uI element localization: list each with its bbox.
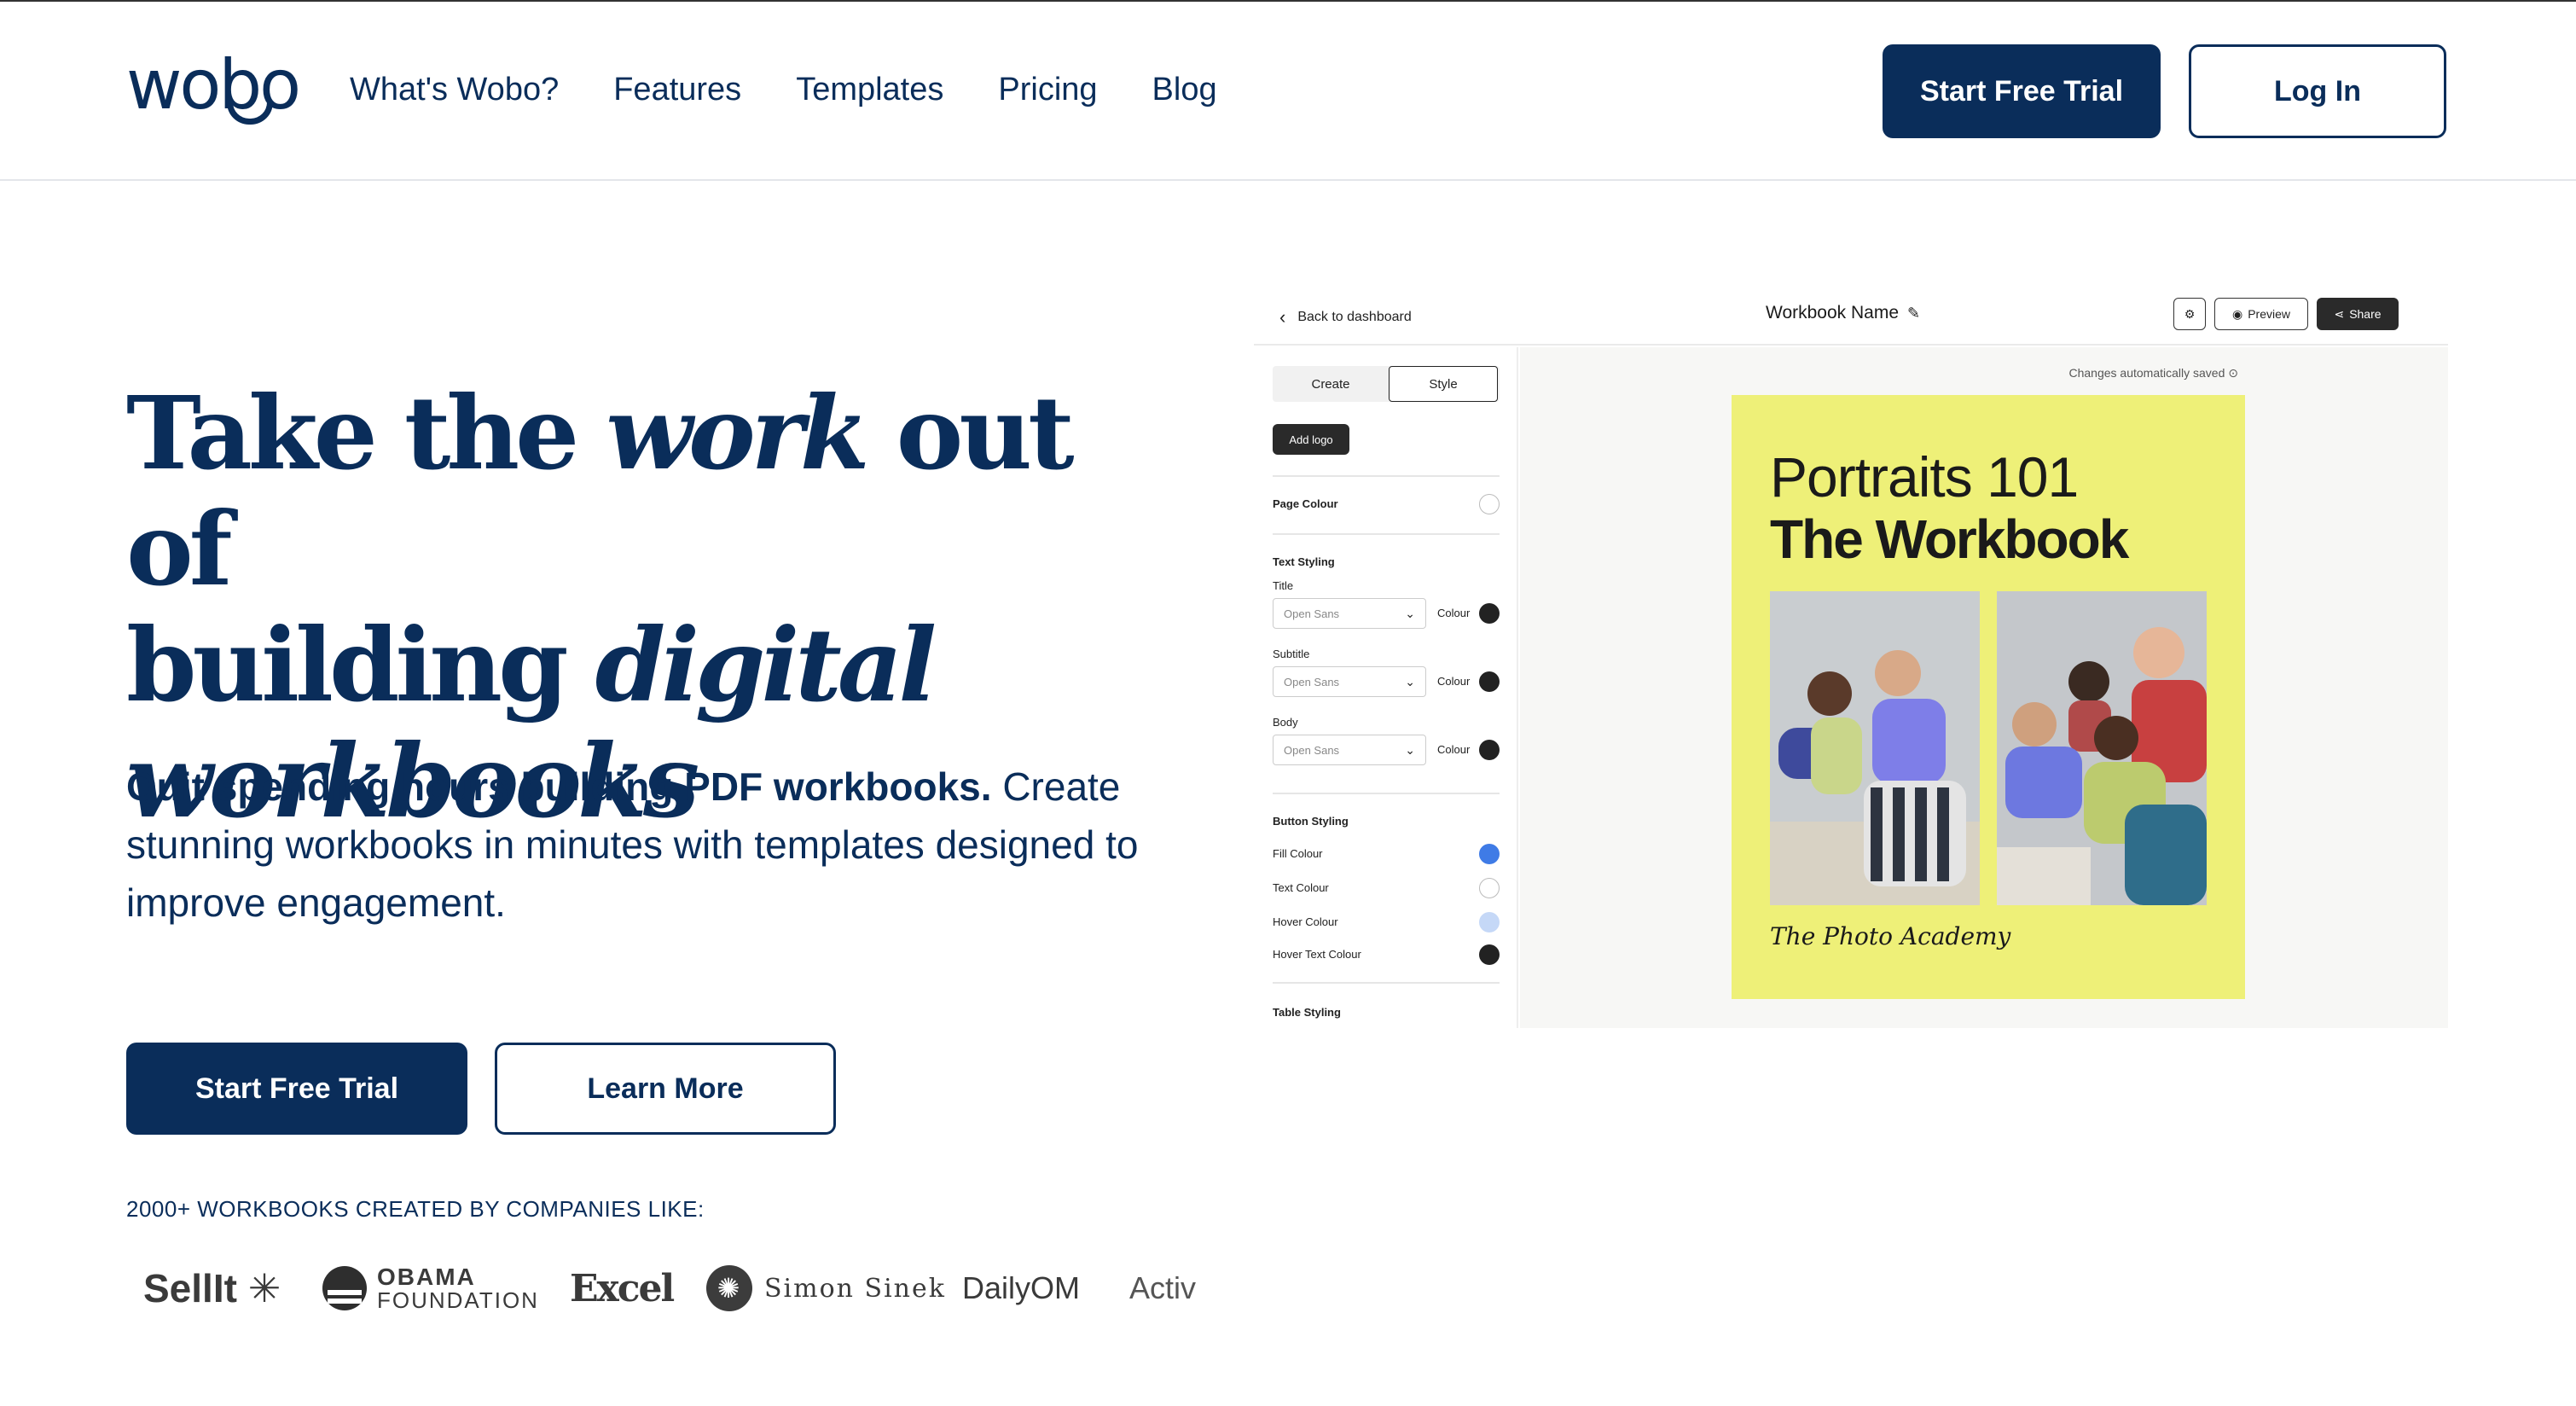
hover-colour-swatch[interactable] bbox=[1479, 912, 1500, 932]
cover-title: Portraits 101 bbox=[1770, 445, 2079, 508]
back-to-dashboard-link[interactable]: ‹ Back to dashboard bbox=[1279, 306, 1412, 328]
divider bbox=[1273, 475, 1500, 477]
main-nav: What's Wobo? Features Templates Pricing … bbox=[350, 72, 1217, 108]
title-colour-swatch[interactable] bbox=[1479, 603, 1500, 624]
nav-link-pricing[interactable]: Pricing bbox=[998, 72, 1097, 108]
hover-text-colour-label: Hover Text Colour bbox=[1273, 948, 1361, 961]
text-colour-label: Text Colour bbox=[1273, 881, 1329, 894]
nav-link-features[interactable]: Features bbox=[613, 72, 741, 108]
preview-button[interactable]: ◉ Preview bbox=[2214, 298, 2308, 330]
body-font-select[interactable]: Open Sans ⌄ bbox=[1273, 735, 1426, 765]
fill-colour-label: Fill Colour bbox=[1273, 847, 1323, 860]
dailyom-logo: DailyOM bbox=[962, 1270, 1081, 1305]
cover-subtitle: The Workbook bbox=[1770, 508, 2129, 570]
page-colour-swatch[interactable] bbox=[1479, 494, 1500, 514]
obama-foundation-logo: OBAMA FOUNDATION bbox=[322, 1265, 570, 1311]
chevron-left-icon: ‹ bbox=[1279, 306, 1286, 328]
title-colour-label: Colour bbox=[1437, 607, 1471, 619]
nav-login-button[interactable]: Log In bbox=[2189, 44, 2446, 138]
page-colour-label: Page Colour bbox=[1273, 497, 1338, 510]
editor-toolbar: ‹ Back to dashboard Workbook Name ✎ ⚙ ◉ Pre… bbox=[1254, 286, 2448, 346]
chevron-down-icon: ⌄ bbox=[1405, 606, 1415, 620]
chevron-down-icon: ⌄ bbox=[1405, 674, 1415, 688]
gear-icon: ⚙ bbox=[2184, 306, 2196, 321]
fill-colour-swatch[interactable] bbox=[1479, 844, 1500, 864]
text-styling-label: Text Styling bbox=[1273, 555, 1335, 568]
simon-sinek-logo: ✺ Simon Sinek bbox=[706, 1265, 962, 1311]
divider bbox=[1273, 793, 1500, 794]
panel-tabs: Create Style bbox=[1273, 366, 1500, 402]
table-styling-label: Table Styling bbox=[1273, 1006, 1341, 1019]
tab-style[interactable]: Style bbox=[1389, 366, 1498, 402]
divider bbox=[1273, 533, 1500, 535]
style-panel: Create Style Add logo Page Colour Text S… bbox=[1254, 347, 1518, 1028]
subtitle-colour-label: Colour bbox=[1437, 675, 1471, 688]
title-font-select[interactable]: Open Sans ⌄ bbox=[1273, 598, 1426, 629]
workbook-canvas: Changes automatically saved ⊙ Portraits … bbox=[1520, 347, 2448, 1028]
cover-photo-right bbox=[1997, 591, 2207, 905]
sparkle-icon: ✳ bbox=[236, 1266, 281, 1310]
subtitle-font-select[interactable]: Open Sans ⌄ bbox=[1273, 666, 1426, 697]
subtitle-label: Subtitle bbox=[1273, 648, 1310, 660]
cover-author: The Photo Academy bbox=[1770, 922, 2011, 950]
body-colour-label: Colour bbox=[1437, 743, 1471, 756]
edit-icon: ✎ bbox=[1907, 304, 1921, 322]
workbook-name[interactable]: Workbook Name ✎ bbox=[1766, 303, 1920, 323]
nav-start-trial-button[interactable]: Start Free Trial bbox=[1883, 44, 2161, 138]
company-logos: SellIt ✳ OBAMA FOUNDATION Excel ✺ Simon Si… bbox=[143, 1258, 1215, 1318]
hero-subtitle: Quit spending hours building PDF workboo… bbox=[126, 764, 1139, 925]
editor-mockup: ‹ Back to dashboard Workbook Name ✎ ⚙ ◉ Pre… bbox=[1254, 286, 2448, 1028]
button-styling-label: Button Styling bbox=[1273, 815, 1349, 828]
sinek-starburst-icon: ✺ bbox=[706, 1265, 752, 1311]
learn-more-button[interactable]: Learn More bbox=[495, 1043, 836, 1135]
site-header: wobo What's Wobo? Features Templates Pri… bbox=[0, 2, 2576, 181]
title-label: Title bbox=[1273, 579, 1294, 592]
workbook-cover[interactable]: Portraits 101 The Workbook The Photo Aca… bbox=[1732, 395, 2245, 999]
companies-label: 2000+ WORKBOOKS CREATED BY COMPANIES LIK… bbox=[126, 1196, 705, 1222]
hero-start-trial-button[interactable]: Start Free Trial bbox=[126, 1043, 467, 1135]
cover-photo-left bbox=[1770, 591, 1980, 905]
hover-colour-label: Hover Colour bbox=[1273, 915, 1338, 928]
sellit-logo: SellIt ✳ bbox=[143, 1266, 281, 1310]
wobo-logo[interactable]: wobo bbox=[126, 51, 301, 125]
text-colour-swatch[interactable] bbox=[1479, 878, 1500, 898]
chevron-down-icon: ⌄ bbox=[1405, 742, 1415, 757]
share-button[interactable]: ⋖ Share bbox=[2317, 298, 2399, 330]
miss-excel-logo: Excel bbox=[570, 1266, 675, 1310]
nav-link-whats-wobo[interactable]: What's Wobo? bbox=[350, 72, 559, 108]
share-icon: ⋖ bbox=[2334, 306, 2345, 321]
subtitle-colour-swatch[interactable] bbox=[1479, 671, 1500, 692]
eye-icon: ◉ bbox=[2231, 306, 2243, 321]
hover-text-colour-swatch[interactable] bbox=[1479, 944, 1500, 965]
tab-create[interactable]: Create bbox=[1276, 366, 1385, 402]
nav-link-templates[interactable]: Templates bbox=[796, 72, 943, 108]
activ-logo: Activ bbox=[1129, 1270, 1197, 1305]
body-colour-swatch[interactable] bbox=[1479, 740, 1500, 760]
obama-sun-icon bbox=[322, 1266, 367, 1310]
nav-link-blog[interactable]: Blog bbox=[1152, 72, 1217, 108]
settings-button[interactable]: ⚙ bbox=[2173, 298, 2206, 330]
autosave-status: Changes automatically saved ⊙ bbox=[2068, 366, 2238, 380]
divider bbox=[1273, 982, 1500, 984]
check-circle-icon: ⊙ bbox=[2228, 366, 2238, 380]
add-logo-button[interactable]: Add logo bbox=[1273, 424, 1349, 455]
body-label: Body bbox=[1273, 716, 1298, 729]
